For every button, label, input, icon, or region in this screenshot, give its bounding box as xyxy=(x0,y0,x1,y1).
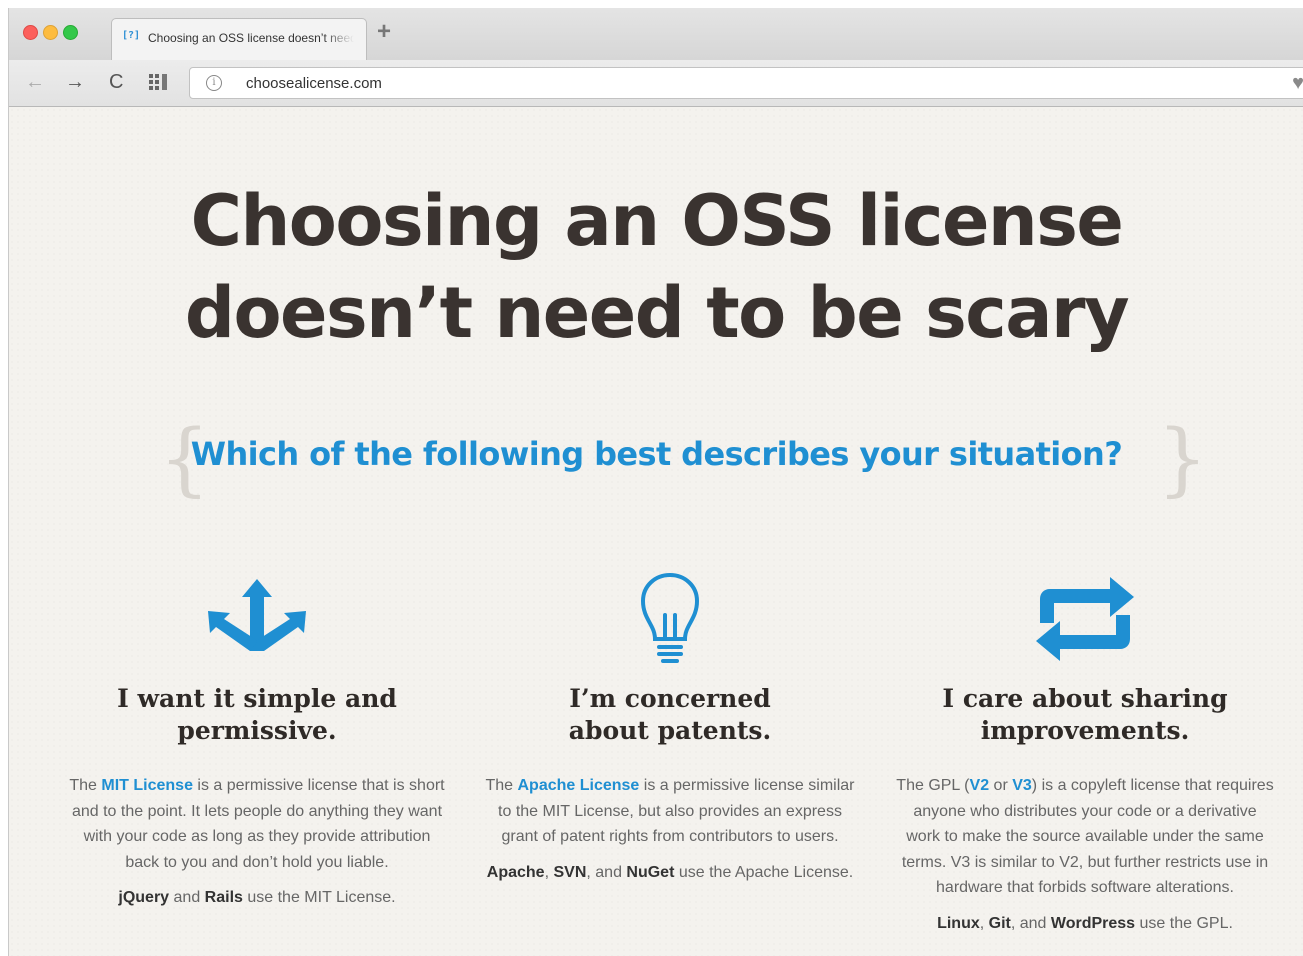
text-span: The GPL ( xyxy=(896,777,970,794)
zoom-window-button[interactable] xyxy=(63,25,78,40)
page-title: Choosing an OSS license doesn’t need to … xyxy=(9,175,1303,359)
arrows-fork-icon xyxy=(67,569,447,679)
close-window-button[interactable] xyxy=(23,25,38,40)
option-description: The GPL (V2 or V3) is a copyleft license… xyxy=(895,773,1275,936)
project-name: Linux xyxy=(937,914,980,932)
option-description: The MIT License is a permissive license … xyxy=(67,773,447,911)
text-span: ) is a copyleft license that requires an… xyxy=(901,777,1274,896)
tab-title: Choosing an OSS license doesn’t need to … xyxy=(148,31,354,45)
option-heading-line-1: I want it simple and xyxy=(117,684,397,713)
text-span: The xyxy=(485,777,518,794)
option-heading-line-1: I’m concerned xyxy=(569,684,771,713)
project-name: Git xyxy=(988,914,1011,932)
option-sharing-improvements: I care about sharing improvements. The G… xyxy=(895,569,1275,936)
favicon-icon: [?] xyxy=(122,30,141,41)
page-content: Choosing an OSS license doesn’t need to … xyxy=(9,107,1303,956)
address-bar[interactable]: i choosealicense.com ♥ xyxy=(189,67,1303,99)
text-span: or xyxy=(989,777,1013,794)
page-title-line-1: Choosing an OSS license xyxy=(190,180,1124,262)
info-icon[interactable]: i xyxy=(206,75,222,91)
minimize-window-button[interactable] xyxy=(43,25,58,40)
option-description: The Apache License is a permissive licen… xyxy=(480,773,860,885)
option-examples: Linux, Git, and WordPress use the GPL. xyxy=(895,911,1275,937)
text-span: , xyxy=(979,914,989,932)
forward-arrow-icon[interactable]: → xyxy=(65,70,85,94)
text-span: , and xyxy=(1010,914,1051,932)
project-name: NuGet xyxy=(626,863,675,881)
option-paragraph: The MIT License is a permissive license … xyxy=(67,773,447,875)
browser-window: [?] Choosing an OSS license doesn’t need… xyxy=(8,8,1303,956)
url-text[interactable]: choosealicense.com xyxy=(246,75,382,92)
option-paragraph: The Apache License is a permissive licen… xyxy=(480,773,860,850)
project-name: WordPress xyxy=(1050,914,1136,932)
option-simple-permissive: I want it simple and permissive. The MIT… xyxy=(67,569,447,911)
lightbulb-icon xyxy=(480,569,860,679)
project-name: Apache xyxy=(486,863,545,881)
text-span: use the GPL. xyxy=(1135,914,1233,932)
text-span: and xyxy=(169,889,205,906)
apps-grid-icon[interactable] xyxy=(149,74,169,90)
heart-icon[interactable]: ♥ xyxy=(1292,72,1303,94)
reload-icon[interactable]: C xyxy=(109,70,123,94)
navigation-bar: ← → C i choosealicense.com ♥ xyxy=(9,60,1303,107)
tab-active[interactable]: [?] Choosing an OSS license doesn’t need… xyxy=(111,18,367,60)
option-heading-line-2: improvements. xyxy=(980,716,1190,745)
text-span: use the MIT License. xyxy=(242,889,396,906)
project-name: SVN xyxy=(553,863,587,881)
option-examples: Apache, SVN, and NuGet use the Apache Li… xyxy=(480,860,860,886)
text-span: The xyxy=(69,777,102,794)
option-heading: I care about sharing improvements. xyxy=(925,683,1245,747)
project-name: Rails xyxy=(204,889,243,906)
option-heading-line-1: I care about sharing xyxy=(942,684,1228,713)
gpl-v3-link[interactable]: V3 xyxy=(1012,777,1032,794)
option-paragraph: The GPL (V2 or V3) is a copyleft license… xyxy=(895,773,1275,901)
option-heading-line-2: about patents. xyxy=(568,716,772,745)
mit-license-link[interactable]: MIT License xyxy=(101,777,193,794)
option-heading-line-2: permissive. xyxy=(177,716,337,745)
repeat-arrows-icon xyxy=(895,569,1275,679)
back-arrow-icon[interactable]: ← xyxy=(25,70,45,94)
option-patents: I’m concerned about patents. The Apache … xyxy=(480,569,860,885)
project-name: jQuery xyxy=(118,889,170,906)
option-heading: I’m concerned about patents. xyxy=(510,683,830,747)
text-span: , and xyxy=(586,863,627,881)
page-title-line-2: doesn’t need to be scary xyxy=(184,272,1130,354)
new-tab-button[interactable]: + xyxy=(377,20,391,44)
tab-bar: [?] Choosing an OSS license doesn’t need… xyxy=(9,8,1303,61)
gpl-v2-link[interactable]: V2 xyxy=(970,777,990,794)
option-heading: I want it simple and permissive. xyxy=(97,683,417,747)
situation-question: Which of the following best describes yo… xyxy=(190,435,1123,473)
option-examples: jQuery and Rails use the MIT License. xyxy=(67,885,447,911)
text-span: use the Apache License. xyxy=(674,863,854,881)
apache-license-link[interactable]: Apache License xyxy=(518,777,640,794)
